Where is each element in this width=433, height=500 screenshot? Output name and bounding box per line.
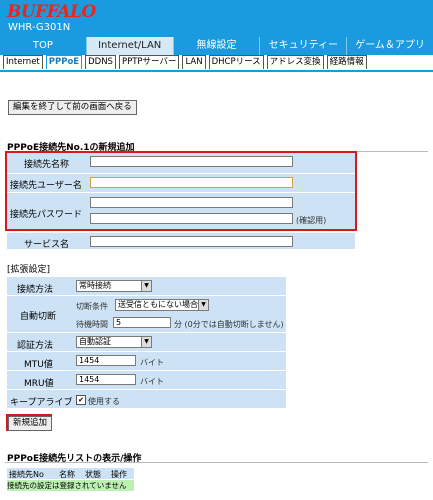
col-conn-no: 接続先No [9,470,44,479]
method-label: 接続方法 [17,285,54,295]
subtab-routing[interactable]: 経路情報 [326,55,367,69]
header-banner: BUFFALO WHR-G301N [0,0,433,37]
subtab-dhcp-lease[interactable]: DHCPリース [208,55,264,69]
mtu-unit: バイト [140,358,164,367]
subtab-ddns[interactable]: DDNS [85,55,116,69]
wait-label: 待機時間 [76,320,108,329]
subtab-nat[interactable]: アドレス変換 [266,55,324,69]
cond-select-value: 送受信ともにない場合 [118,300,198,309]
model-name: WHR-G301N [8,22,71,33]
tab-top[interactable]: TOP [0,37,87,55]
main-tabs: TOP Internet/LAN 無線設定 セキュリティー ゲーム＆アプリ [0,37,433,55]
col-name: 名称 [59,470,75,479]
chevron-down-icon: ▼ [141,337,151,347]
tab-wireless[interactable]: 無線設定 [174,37,261,55]
mru-input[interactable]: 1454 [76,374,136,385]
wait-input[interactable]: 5 [113,317,171,328]
chevron-down-icon: ▼ [198,300,208,310]
col-action: 操作 [111,470,127,479]
cond-select[interactable]: 送受信ともにない場合 ▼ [115,299,209,311]
list-header: 接続先No 名称 状態 操作 [7,468,134,479]
subtab-lan[interactable]: LAN [182,55,206,69]
back-button[interactable]: 編集を終了して前の画面へ戻る [8,100,137,115]
mtu-label: MTU値 [24,360,53,370]
keepalive-label: キープアライブ [10,398,73,408]
subtab-pppoe[interactable]: PPPoE [45,55,83,69]
auto-disconnect-label: 自動切断 [20,312,57,322]
subtab-pptp-server[interactable]: PPTPサーバー [118,55,180,69]
chevron-down-icon: ▼ [141,281,151,291]
cond-label: 切断条件 [76,302,108,311]
mru-unit: バイト [140,377,164,386]
wait-unit: 分 (0分では自動切断しません) [174,320,284,329]
divider [5,462,428,463]
auth-select-value: 自動認証 [79,337,111,346]
highlight-box-credentials [5,151,357,231]
empty-list-message: 接続先の設定は登録されていません [7,480,134,491]
col-status: 状態 [85,470,101,479]
mtu-input[interactable]: 1454 [76,355,136,366]
section-title-advanced: [拡張設定] [7,265,51,275]
mru-label: MRU値 [24,379,54,389]
method-select[interactable]: 常時接続 ▼ [76,280,152,292]
service-label: サービス名 [24,240,70,250]
add-new-button[interactable]: 新規追加 [8,416,53,431]
auth-label: 認証方法 [17,341,54,351]
auth-select[interactable]: 自動認証 ▼ [76,336,152,348]
keepalive-check-label: 使用する [88,397,120,406]
subtab-internet[interactable]: Internet [3,55,43,69]
tab-security[interactable]: セキュリティー [260,37,348,55]
tab-internet-lan[interactable]: Internet/LAN [86,37,174,55]
sub-tabs: Internet PPPoE DDNS PPTPサーバー LAN DHCPリース アドレス変… [0,55,433,72]
service-input[interactable] [90,236,293,247]
keepalive-checkbox[interactable]: ✔ [76,395,86,405]
tab-game-app[interactable]: ゲーム＆アプリ [347,37,433,55]
brand-logo: BUFFALO [7,2,96,22]
method-select-value: 常時接続 [79,281,111,290]
